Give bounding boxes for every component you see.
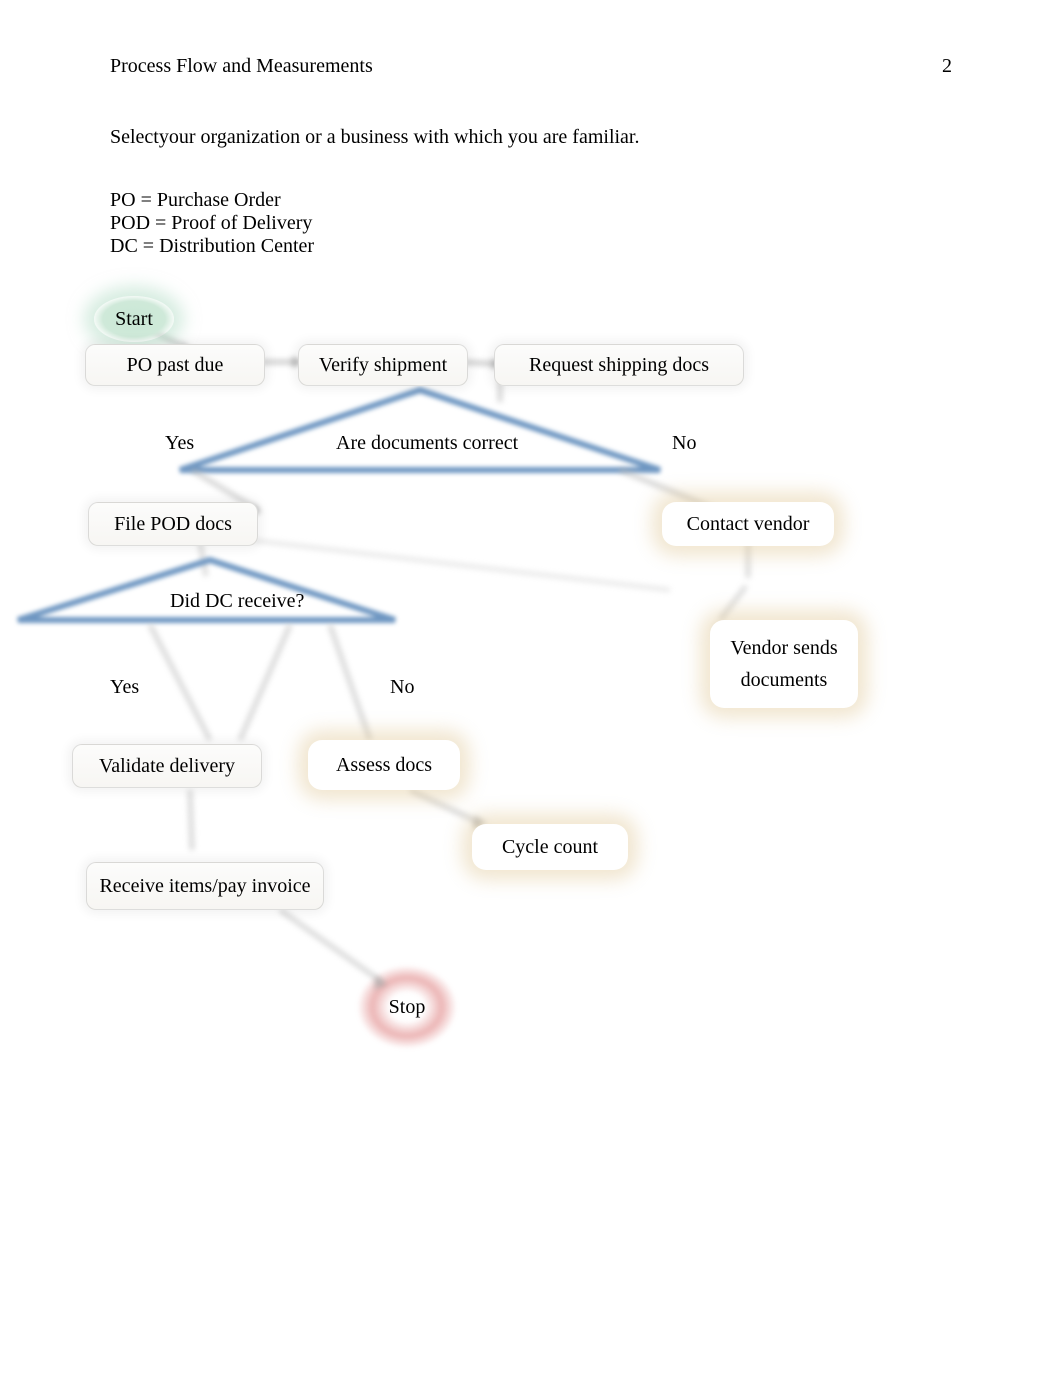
- decision-dc-receive: Did DC receive?: [170, 590, 304, 613]
- glossary: PO = Purchase Order POD = Proof of Deliv…: [110, 189, 952, 258]
- node-label: documents: [741, 664, 828, 696]
- node-label: Contact vendor: [687, 511, 810, 537]
- node-label: Start: [115, 306, 153, 332]
- decision-branch-no: No: [672, 432, 696, 455]
- node-verify-shipment: Verify shipment: [298, 344, 468, 386]
- decision-docs-correct: Are documents correct: [336, 432, 518, 455]
- node-label: PO past due: [127, 352, 224, 378]
- node-label: Cycle count: [502, 834, 598, 860]
- node-label: Vendor sends: [730, 632, 837, 664]
- intro-text: Selectyour organization or a business wi…: [110, 126, 952, 149]
- glossary-line: PO = Purchase Order: [110, 189, 952, 212]
- node-assess-docs: Assess docs: [308, 740, 460, 790]
- node-label: File POD docs: [114, 511, 232, 537]
- node-vendor-sends-docs: Vendor sends documents: [710, 620, 858, 708]
- page-number: 2: [942, 55, 952, 78]
- node-validate-delivery: Validate delivery: [72, 744, 262, 788]
- node-label: Receive items/pay invoice: [99, 873, 310, 899]
- node-po-past-due: PO past due: [85, 344, 265, 386]
- node-label: Verify shipment: [319, 352, 447, 378]
- page-title: Process Flow and Measurements: [110, 55, 373, 78]
- decision-branch-yes: Yes: [110, 676, 139, 699]
- decision-branch-yes: Yes: [165, 432, 194, 455]
- node-label: Validate delivery: [99, 753, 235, 779]
- flowchart-stop: Stop: [372, 980, 442, 1034]
- node-label: Request shipping docs: [529, 352, 709, 378]
- flowchart-canvas: Start PO past due Verify shipment Reques…: [0, 280, 1062, 1100]
- node-request-shipping-docs: Request shipping docs: [494, 344, 744, 386]
- node-label: Assess docs: [336, 752, 432, 778]
- node-cycle-count: Cycle count: [472, 824, 628, 870]
- flowchart-start: Start: [94, 296, 174, 342]
- node-file-pod: File POD docs: [88, 502, 258, 546]
- node-receive-pay: Receive items/pay invoice: [86, 862, 324, 910]
- decision-branch-no: No: [390, 676, 414, 699]
- node-label: Stop: [389, 994, 426, 1020]
- glossary-line: DC = Distribution Center: [110, 235, 952, 258]
- node-contact-vendor: Contact vendor: [662, 502, 834, 546]
- glossary-line: POD = Proof of Delivery: [110, 212, 952, 235]
